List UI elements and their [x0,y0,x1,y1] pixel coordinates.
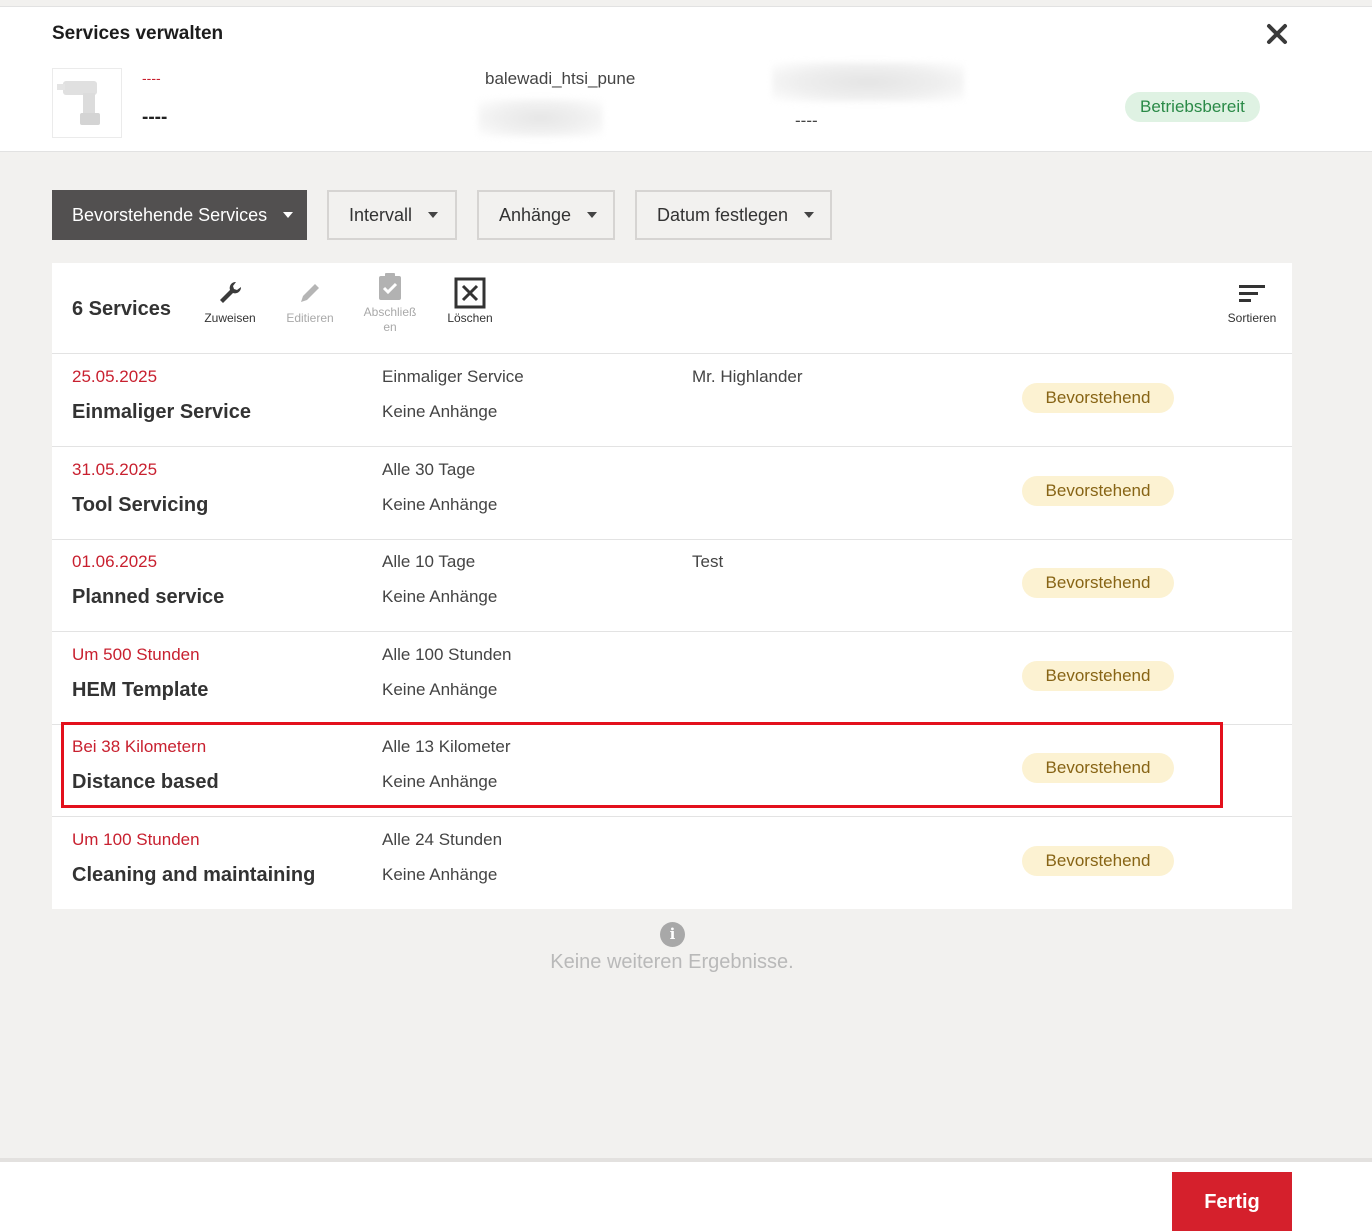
service-status-badge: Bevorstehend [1022,568,1174,598]
wrench-icon [220,281,242,303]
attachments-filter-dropdown[interactable]: Anhänge [477,190,615,240]
services-toolbar: 6 Services Zuweisen Editieren Abschließ … [52,263,1292,354]
redacted-field [478,99,603,137]
delete-box-icon [454,277,486,309]
done-button[interactable]: Fertig [1172,1172,1292,1231]
sort-icon [1239,285,1265,302]
asset-location: balewadi_htsi_pune [485,69,636,88]
edit-label: Editieren [286,311,334,325]
service-row[interactable]: 01.06.2025 Planned service Alle 10 Tage … [52,539,1292,632]
service-interval: Einmaliger Service [382,367,524,386]
service-attachments: Keine Anhänge [382,587,498,606]
manage-services-dialog: Services verwalten ---- ---- balewadi_ht… [0,0,1372,1231]
asset-image [52,68,122,138]
edit-button[interactable]: Editieren [270,275,350,326]
service-attachments: Keine Anhänge [382,680,498,699]
service-status-badge: Bevorstehend [1022,476,1174,506]
service-name: Planned service [72,586,225,608]
service-due: 25.05.2025 [72,367,158,386]
service-assignee: Mr. Highlander [692,367,803,386]
complete-button[interactable]: Abschließ en [350,269,430,335]
service-attachments: Keine Anhänge [382,402,498,421]
view-filter-dropdown[interactable]: Bevorstehende Services [52,190,307,240]
service-interval: Alle 30 Tage [382,460,476,479]
caret-down-icon [428,212,439,218]
complete-label-line1: Abschließ [363,305,417,319]
assign-label: Zuweisen [204,311,256,325]
close-button[interactable] [1262,19,1292,49]
service-assignee: Test [692,552,724,571]
service-attachments: Keine Anhänge [382,495,498,514]
service-interval: Alle 10 Tage [382,552,476,571]
service-status-badge: Bevorstehend [1022,753,1174,783]
service-name: Einmaliger Service [72,401,251,423]
dialog-footer: Fertig [0,1158,1372,1231]
asset-name: ---- [142,107,168,128]
service-attachments: Keine Anhänge [382,772,498,791]
asset-serial: ---- [795,111,818,130]
service-row[interactable]: 31.05.2025 Tool Servicing Alle 30 Tage K… [52,447,1292,540]
clipboard-check-icon [379,273,401,300]
delete-button[interactable]: Löschen [430,275,510,326]
caret-down-icon [283,212,294,218]
attachments-filter-label: Anhänge [499,204,572,225]
caret-down-icon [587,212,598,218]
service-attachments: Keine Anhänge [382,865,498,884]
service-due: Bei 38 Kilometern [72,737,207,756]
service-status-badge: Bevorstehend [1022,846,1174,876]
service-status-badge: Bevorstehend [1022,661,1174,691]
service-interval: Alle 13 Kilometer [382,737,511,756]
asset-status-badge: Betriebsbereit [1125,92,1260,122]
date-filter-label: Datum festlegen [657,204,789,225]
date-filter-dropdown[interactable]: Datum festlegen [635,190,832,240]
dialog-title: Services verwalten [52,23,224,44]
service-name: HEM Template [72,679,209,701]
asset-header: Services verwalten ---- ---- balewadi_ht… [0,6,1372,152]
delete-label: Löschen [447,311,493,325]
services-count: 6 Services [72,298,171,320]
pencil-icon [301,284,319,302]
service-name: Tool Servicing [72,494,209,516]
service-row[interactable]: Um 500 Stunden HEM Template Alle 100 Stu… [52,632,1292,725]
service-status-badge: Bevorstehend [1022,383,1174,413]
asset-code: ---- [142,70,161,86]
service-due: 31.05.2025 [72,460,158,479]
service-row[interactable]: Bei 38 Kilometern Distance based Alle 13… [52,724,1292,817]
service-interval: Alle 24 Stunden [382,830,503,849]
service-interval: Alle 100 Stunden [382,645,512,664]
interval-filter-label: Intervall [349,204,413,225]
service-row[interactable]: Um 100 Stunden Cleaning and maintaining … [52,817,1292,910]
caret-down-icon [804,212,815,218]
service-row[interactable]: 25.05.2025 Einmaliger Service Einmaliger… [52,354,1292,447]
close-icon [1267,24,1287,44]
drill-icon [57,81,100,125]
assign-button[interactable]: Zuweisen [190,275,270,326]
service-name: Cleaning and maintaining [72,864,316,886]
redacted-field [772,62,964,102]
interval-filter-dropdown[interactable]: Intervall [327,190,457,240]
complete-label-line2: en [383,320,397,334]
service-due: Um 100 Stunden [72,830,200,849]
no-more-results: Keine weiteren Ergebnisse. [550,951,794,973]
sort-button[interactable]: Sortieren [1212,275,1292,326]
service-due: Um 500 Stunden [72,645,200,664]
service-name: Distance based [72,771,219,793]
info-icon: i [660,922,685,947]
service-due: 01.06.2025 [72,552,158,571]
sort-label: Sortieren [1227,311,1277,325]
view-filter-label: Bevorstehende Services [72,204,268,225]
services-panel: 6 Services Zuweisen Editieren Abschließ … [52,263,1292,909]
